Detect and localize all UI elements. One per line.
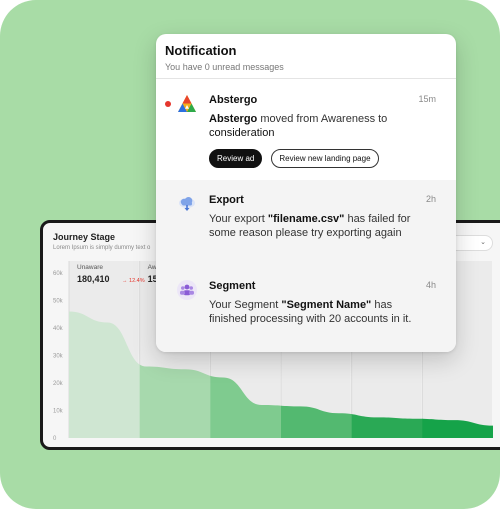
review-landing-page-button[interactable]: Review new landing page [271, 149, 379, 168]
notification-item-time: 2h [425, 194, 436, 204]
body-text: moved from Awareness to [257, 113, 388, 125]
y-tick-label: 0 [53, 436, 57, 442]
abstergo-logo-icon [177, 94, 197, 114]
notification-panel: Notification You have 0 unread messages … [156, 34, 456, 352]
y-tick-label: 50k [53, 299, 64, 305]
y-tick-label: 60k [53, 271, 64, 277]
notification-subtitle: You have 0 unread messages [165, 62, 284, 72]
notification-item-title: Export [209, 194, 244, 206]
review-ad-button[interactable]: Review ad [209, 149, 263, 168]
notification-item-title: Abstergo [209, 94, 258, 106]
body-text: Your export [209, 213, 268, 225]
notification-actions: Review ad Review new landing page [209, 149, 379, 168]
notification-item-body: Your Segment "Segment Name" has finished… [209, 298, 424, 326]
y-tick-label: 40k [53, 326, 64, 332]
notification-item-body: Abstergo moved from Awareness to conside… [209, 112, 424, 140]
notification-item-time: 4h [425, 280, 436, 290]
stage-name: consideration [209, 127, 275, 139]
notification-item-time: 15m [418, 94, 436, 104]
stage-change: → 12.4% [122, 278, 145, 284]
users-group-icon [177, 280, 197, 300]
account-name: Abstergo [209, 113, 258, 125]
y-tick-label: 30k [53, 354, 64, 360]
stage-name: Unaware [77, 264, 103, 271]
notification-item-abstergo[interactable]: Abstergo 15m Abstergo moved from Awarene… [156, 80, 456, 180]
notification-item-title: Segment [209, 280, 256, 292]
notification-header: Notification You have 0 unread messages [156, 34, 456, 79]
notification-item-segment[interactable]: Segment 4h Your Segment "Segment Name" h… [156, 266, 456, 352]
notification-title: Notification [165, 43, 237, 58]
stage-value: 180,410 [77, 274, 110, 284]
file-name: "filename.csv" [267, 213, 345, 225]
segment-name: "Segment Name" [281, 299, 372, 311]
y-tick-label: 20k [53, 381, 64, 387]
y-tick-label: 10k [53, 409, 64, 415]
body-text: Your Segment [209, 299, 282, 311]
cloud-download-icon [177, 194, 197, 214]
notification-item-body: Your export "filename.csv" has failed fo… [209, 212, 424, 240]
notification-item-export[interactable]: Export 2h Your export "filename.csv" has… [156, 180, 456, 266]
unread-dot [165, 101, 171, 107]
